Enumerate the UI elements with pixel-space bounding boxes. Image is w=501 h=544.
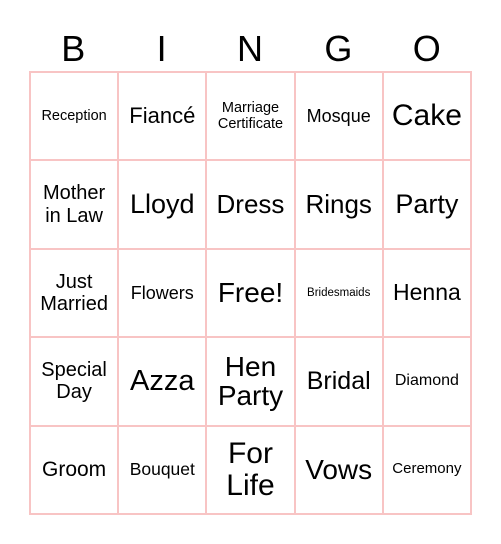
bingo-cell[interactable]: Just Married <box>30 248 119 338</box>
bingo-cell[interactable]: Ceremony <box>382 425 471 514</box>
bingo-cell[interactable]: Hen Party <box>206 337 295 426</box>
bingo-cell[interactable]: Bouquet <box>118 425 207 514</box>
bingo-cell[interactable]: Azza <box>118 337 207 426</box>
cell-label: Lloyd <box>130 189 195 220</box>
cell-label: Cake <box>391 99 462 133</box>
bingo-cell[interactable]: Vows <box>294 425 383 514</box>
cell-label: For Life <box>226 437 275 502</box>
cell-label: Fiancé <box>129 102 196 128</box>
bingo-cell[interactable]: Marriage Certificate <box>206 72 295 161</box>
cell-label: Dress <box>216 189 285 220</box>
bingo-cell[interactable]: Dress <box>206 160 295 249</box>
bingo-cell[interactable]: Groom <box>30 425 119 514</box>
cell-label: Party <box>395 189 459 220</box>
cell-label: Flowers <box>130 282 194 303</box>
bingo-cell[interactable]: Party <box>382 160 471 249</box>
cell-label: Hen Party <box>217 351 284 412</box>
bingo-header: B I N G O <box>29 26 471 72</box>
bingo-cell[interactable]: Reception <box>30 72 119 161</box>
cell-label: Ceremony <box>392 460 462 478</box>
cell-label: Just Married <box>40 270 108 315</box>
bingo-cell[interactable]: Mother in Law <box>30 160 119 249</box>
cell-label: Bridal <box>306 367 371 396</box>
header-letter-b: B <box>61 28 86 69</box>
header-letter-i: I <box>156 28 167 69</box>
cell-label: Marriage Certificate <box>217 99 284 133</box>
bingo-cell[interactable]: Mosque <box>294 72 383 161</box>
bingo-cell[interactable]: Bridal <box>294 337 383 426</box>
cell-label: Free! <box>217 277 284 309</box>
header-letter-n: N <box>236 28 263 69</box>
header-letter-o: O <box>412 28 441 69</box>
cell-label: Bridesmaids <box>307 286 371 299</box>
cell-label: Azza <box>130 365 195 398</box>
cell-label: Mosque <box>306 106 371 127</box>
bingo-cell[interactable]: Lloyd <box>118 160 207 249</box>
bingo-cell[interactable]: Bridesmaids <box>294 248 383 338</box>
cell-label: Groom <box>42 458 107 482</box>
cell-label: Bouquet <box>129 459 195 479</box>
cell-label: Special Day <box>41 359 107 404</box>
bingo-cell[interactable]: Flowers <box>118 248 207 338</box>
bingo-cell[interactable]: Rings <box>294 160 383 249</box>
bingo-cell[interactable]: For Life <box>206 425 295 514</box>
bingo-cell[interactable]: Cake <box>382 72 471 161</box>
bingo-cell[interactable]: Henna <box>382 248 471 338</box>
cell-label: Vows <box>305 454 373 486</box>
cell-label: Henna <box>393 279 461 306</box>
cell-label: Mother in Law <box>42 182 106 227</box>
free-space-cell[interactable]: Free! <box>206 248 295 338</box>
cell-label: Reception <box>41 108 107 125</box>
bingo-board: Reception Fiancé Marriage Certificate Mo… <box>29 71 472 515</box>
bingo-cell[interactable]: Special Day <box>30 337 119 426</box>
cell-label: Diamond <box>394 372 459 390</box>
cell-label: Rings <box>305 189 372 220</box>
header-letter-g: G <box>324 28 353 69</box>
bingo-cell[interactable]: Fiancé <box>118 72 207 161</box>
bingo-cell[interactable]: Diamond <box>382 337 471 426</box>
